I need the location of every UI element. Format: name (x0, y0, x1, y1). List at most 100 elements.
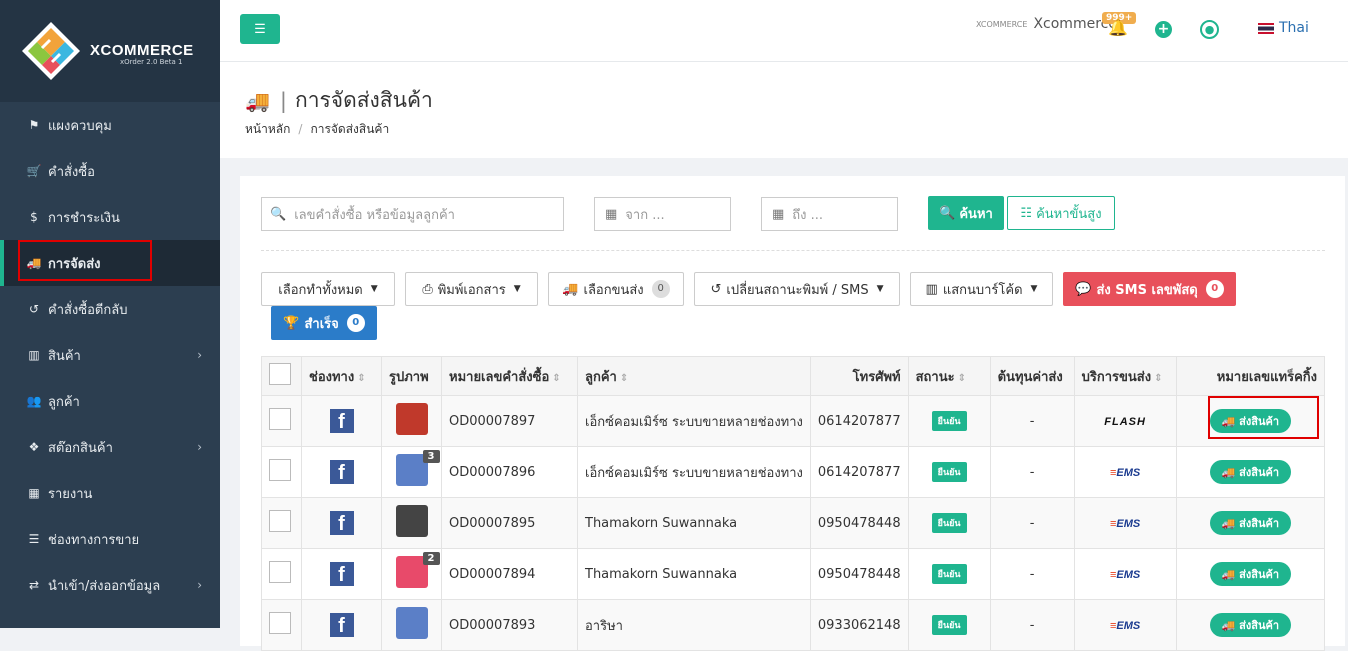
list-icon: ☰ (28, 532, 40, 546)
bell-icon[interactable]: 🔔 (1108, 18, 1128, 37)
row-checkbox[interactable] (269, 561, 291, 583)
flag-icon: ⚑ (28, 118, 40, 132)
product-thumbnail[interactable] (390, 399, 434, 439)
product-thumbnail[interactable]: 2 (390, 552, 440, 592)
table-row[interactable]: f 2 OD00007894 Thamakorn Suwannaka 095047844… (261, 548, 1326, 600)
status-badge: ยืนยัน (931, 411, 967, 431)
shipping-card: 🔍 เลขคำสั่งซื้อ หรือข้อมูลลูกค้า ▦ จาก .… (240, 176, 1345, 651)
chevron-right-icon: › (197, 440, 202, 454)
user-icon[interactable]: ● (1200, 20, 1219, 39)
store-switcher[interactable]: XCOMMERCE Xcommerce (976, 16, 1117, 32)
scan-barcode-dropdown[interactable]: ▥ แสกนบาร์โค้ด ▼ (910, 272, 1053, 306)
shipping-table: ช่องทาง ⇕ รูปภาพ หมายเลขคำสั่งซื้อ ⇕ ลูกค้… (261, 356, 1326, 651)
courier-logo: ≡EMS (1109, 466, 1141, 479)
table-row[interactable]: f 3 OD00007896 เอ็กซ์คอมเมิร์ซ ระบบขายหลายช… (261, 446, 1326, 498)
sort-icon: ⇕ (957, 372, 966, 384)
brand[interactable]: XCOMMERCE xOrder 2.0 Beta 1 (0, 0, 220, 102)
ship-button-label: ส่งสินค้า (1239, 517, 1279, 530)
plus-circle-icon[interactable]: + (1155, 21, 1172, 38)
row-checkbox[interactable] (269, 612, 291, 634)
select-all-dropdown[interactable]: เลือกทำทั้งหมด ▼ (261, 272, 395, 306)
sidebar-item-4[interactable]: ↺ คำสั่งซื้อตีกลับ (0, 286, 220, 332)
search-button[interactable]: 🔍 ค้นหา (928, 196, 1004, 230)
ship-button[interactable]: 🚚 ส่งสินค้า (1209, 562, 1291, 586)
sidebar-item-0[interactable]: ⚑ แผงควบคุม (0, 102, 220, 148)
cell-phone: 0950478448 (809, 497, 909, 549)
language-selector[interactable]: Thai (1258, 20, 1309, 36)
cell-order-no[interactable]: OD00007895 (441, 497, 578, 549)
ship-button[interactable]: 🚚 ส่งสินค้า (1209, 511, 1291, 535)
table-row[interactable]: f OD00007897 เอ็กซ์คอมเมิร์ซ ระบบขายหลายช่… (261, 395, 1326, 447)
users-icon: 👥 (26, 394, 42, 408)
cell-image (381, 497, 442, 549)
sort-icon: ⇕ (619, 372, 629, 384)
sidebar-item-3[interactable]: 🚚 การจัดส่ง (0, 240, 220, 286)
select-courier-button[interactable]: 🚚 เลือกขนส่ง 0 (548, 272, 684, 306)
cell-tracking: 🚚 ส่งสินค้า (1175, 548, 1326, 600)
ship-button[interactable]: 🚚 ส่งสินค้า (1209, 613, 1291, 637)
sidebar-item-7[interactable]: ❖ สต๊อกสินค้า › (0, 424, 220, 470)
chevron-right-icon: › (197, 578, 202, 592)
ship-button[interactable]: 🚚 ส่งสินค้า (1209, 409, 1291, 433)
cell-order-no[interactable]: OD00007896 (441, 446, 578, 498)
cell-customer: Thamakorn Suwannaka (577, 497, 811, 549)
ship-button[interactable]: 🚚 ส่งสินค้า (1209, 460, 1291, 484)
header-courier[interactable]: บริการขนส่ง ⇕ (1073, 356, 1177, 396)
header-tracking-label: หมายเลขแทร็คกิ้ง (1216, 369, 1317, 385)
product-thumbnail[interactable]: 3 (390, 450, 440, 490)
advanced-search-button[interactable]: ☷ ค้นหาขั้นสูง (1007, 196, 1115, 230)
truck-icon: 🚚 (1221, 619, 1240, 632)
cell-order-no[interactable]: OD00007893 (441, 599, 578, 651)
date-to-input[interactable]: ▦ ถึง ... (761, 197, 898, 231)
search-input[interactable]: 🔍 เลขคำสั่งซื้อ หรือข้อมูลลูกค้า (261, 197, 564, 231)
header-tracking: หมายเลขแทร็คกิ้ง (1175, 356, 1326, 396)
print-docs-dropdown[interactable]: ⎙ พิมพ์เอกสาร ▼ (405, 272, 538, 306)
sidebar-item-label: ลูกค้า (48, 394, 80, 410)
cell-order-no[interactable]: OD00007894 (441, 548, 578, 600)
table-row[interactable]: f OD00007895 Thamakorn Suwannaka 0950478448… (261, 497, 1326, 549)
print-icon: ⎙ (422, 281, 433, 297)
page-title-text: การจัดส่งสินค้า (294, 88, 433, 112)
count-badge: 0 (346, 314, 365, 332)
calendar-icon: ▦ (605, 206, 618, 222)
table-body: f OD00007897 เอ็กซ์คอมเมิร์ซ ระบบขายหลายช่… (261, 395, 1326, 651)
success-button[interactable]: 🏆 สำเร็จ 0 (271, 306, 377, 340)
sidebar-item-label: นำเข้า/ส่งออกข้อมูล (48, 578, 161, 594)
header-phone-label: โทรศัพท์ (852, 369, 901, 385)
header-select[interactable] (261, 356, 302, 396)
cell-customer: เอ็กซ์คอมเมิร์ซ ระบบขายหลายช่องทาง (577, 395, 811, 447)
cell-status: ยืนยัน (907, 599, 991, 651)
sidebar-item-2[interactable]: $ การชำระเงิน (0, 194, 220, 240)
product-thumbnail[interactable] (390, 603, 434, 643)
table-row[interactable]: f OD00007893 อาริษา 0933062148 ยืนยัน - ≡EMS 🚚 … (261, 599, 1326, 651)
sidebar-item-5[interactable]: ▥ สินค้า › (0, 332, 220, 378)
row-checkbox[interactable] (269, 408, 291, 430)
cell-order-no[interactable]: OD00007897 (441, 395, 578, 447)
product-thumbnail[interactable] (390, 501, 434, 541)
sidebar-item-1[interactable]: 🛒 คำสั่งซื้อ (0, 148, 220, 194)
truck-icon: 🚚 (1221, 517, 1240, 530)
sidebar-item-6[interactable]: 👥 ลูกค้า (0, 378, 220, 424)
breadcrumb-home[interactable]: หน้าหลัก (245, 122, 290, 136)
cell-phone: 0614207877 (809, 395, 909, 447)
header-channel[interactable]: ช่องทาง ⇕ (301, 356, 382, 396)
menu-toggle-button[interactable]: ☰ (240, 14, 280, 44)
header-order-no[interactable]: หมายเลขคำสั่งซื้อ ⇕ (441, 356, 578, 396)
row-checkbox[interactable] (269, 459, 291, 481)
change-status-dropdown[interactable]: ↺ เปลี่ยนสถานะพิมพ์ / SMS ▼ (694, 272, 900, 306)
date-from-input[interactable]: ▦ จาก ... (594, 197, 731, 231)
cubes-icon: ❖ (28, 440, 40, 454)
row-checkbox[interactable] (269, 510, 291, 532)
sidebar-item-10[interactable]: ⇄ นำเข้า/ส่งออกข้อมูล › (0, 562, 220, 608)
select-all-checkbox[interactable] (269, 363, 291, 385)
sidebar-item-9[interactable]: ☰ ช่องทางการขาย (0, 516, 220, 562)
send-sms-button[interactable]: 💬 ส่ง SMS เลขพัสดุ 0 (1063, 272, 1236, 306)
header-status[interactable]: สถานะ ⇕ (907, 356, 991, 396)
sidebar-item-8[interactable]: ▦ รายงาน (0, 470, 220, 516)
caret-down-icon: ▼ (513, 284, 521, 294)
header-customer[interactable]: ลูกค้า ⇕ (577, 356, 811, 396)
product-image (395, 607, 428, 639)
courier-logo: ≡EMS (1109, 517, 1141, 530)
count-badge: 0 (1205, 280, 1224, 298)
header-status-label: สถานะ (915, 369, 955, 385)
